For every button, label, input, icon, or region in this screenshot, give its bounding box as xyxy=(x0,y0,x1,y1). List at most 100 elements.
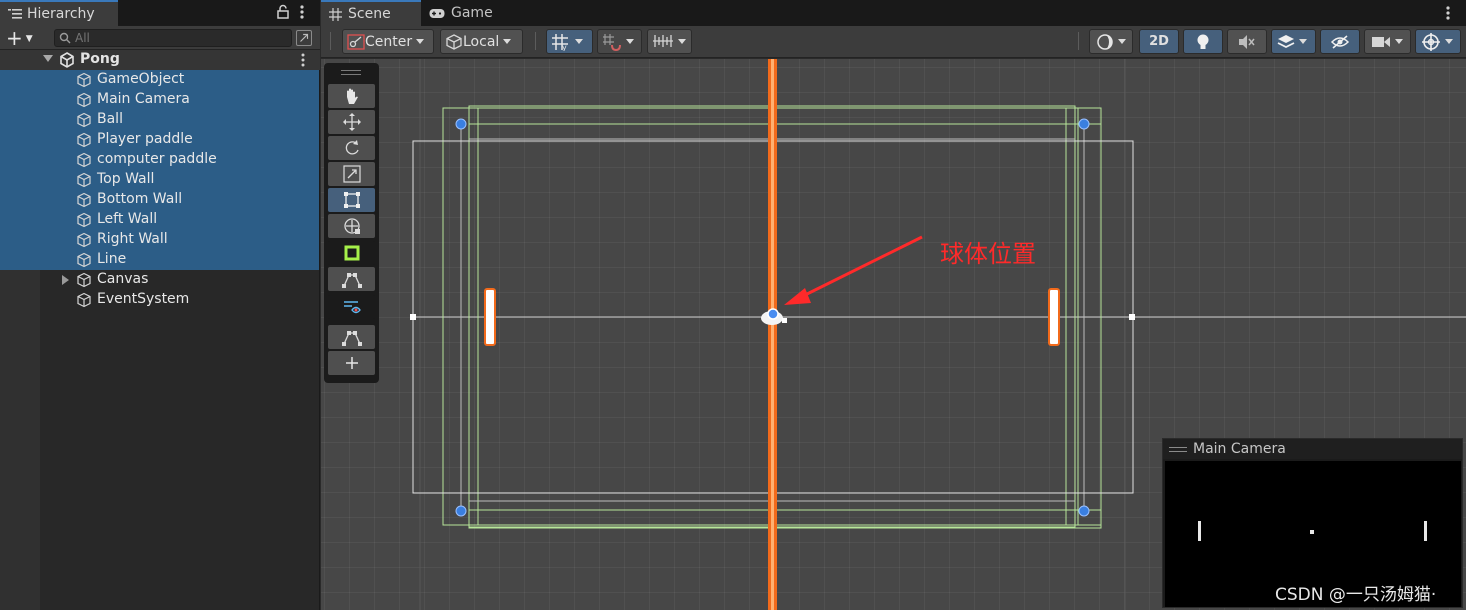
grid-snap-button[interactable]: y xyxy=(546,29,593,54)
annotation-arrow-head xyxy=(784,288,811,305)
more-menu-icon[interactable] xyxy=(1443,4,1453,22)
grid-icon xyxy=(329,7,342,21)
corner-pivot[interactable] xyxy=(1078,118,1090,130)
tab-scene[interactable]: Scene xyxy=(321,0,421,26)
scene-root-row[interactable]: Pong xyxy=(0,50,320,70)
drag-grip-icon[interactable] xyxy=(341,70,361,75)
hierarchy-item-label: Line xyxy=(97,251,127,267)
move-tool-button[interactable] xyxy=(328,110,375,134)
rotate-tool-button[interactable] xyxy=(328,136,375,160)
tab-hierarchy[interactable]: Hierarchy xyxy=(0,0,118,26)
grid-snap-icon: y xyxy=(552,33,568,51)
corner-pivot[interactable] xyxy=(455,505,467,517)
transform-tool-button[interactable] xyxy=(328,214,375,238)
hierarchy-item[interactable]: Top Wall xyxy=(0,170,319,190)
custom-editor-icon xyxy=(343,301,361,314)
gameobject-cube-icon xyxy=(77,172,91,188)
scene-more-icon[interactable] xyxy=(298,52,308,68)
box-collider-icon xyxy=(344,245,359,261)
ball-pivot[interactable] xyxy=(767,308,779,320)
annotation-label: 球体位置 xyxy=(940,240,1036,268)
edit-shape-button[interactable] xyxy=(328,325,375,349)
gameobject-cube-icon xyxy=(77,72,91,88)
player-paddle[interactable] xyxy=(484,288,496,346)
lighting-toggle[interactable] xyxy=(1183,29,1223,54)
watermark-text: CSDN @一只汤姆猫· xyxy=(1275,585,1437,605)
mode-2d-toggle[interactable]: 2D xyxy=(1139,29,1179,54)
hierarchy-item[interactable]: Main Camera xyxy=(0,90,319,110)
pivot-center-dropdown[interactable]: Center xyxy=(342,29,434,54)
computer-paddle[interactable] xyxy=(1048,288,1060,346)
hierarchy-item-label: EventSystem xyxy=(97,291,190,307)
hierarchy-item-label: Left Wall xyxy=(97,211,158,227)
hierarchy-item[interactable]: GameObject xyxy=(0,70,319,90)
tab-game-label: Game xyxy=(451,5,493,21)
scale-tool-button[interactable] xyxy=(328,162,375,186)
corner-pivot[interactable] xyxy=(455,118,467,130)
search-options-icon[interactable] xyxy=(296,30,312,46)
hierarchy-item[interactable]: Right Wall xyxy=(0,230,319,250)
edit-path-button[interactable] xyxy=(328,267,375,291)
pivot-icon xyxy=(347,33,365,50)
gameobject-cube-icon xyxy=(77,212,91,228)
hand-tool-button[interactable] xyxy=(328,84,375,108)
search-input[interactable] xyxy=(75,31,275,45)
gameobject-cube-icon xyxy=(77,92,91,108)
chevron-down-icon: ▼ xyxy=(25,34,33,44)
drag-grip-icon[interactable] xyxy=(1169,446,1187,452)
add-tool-button[interactable] xyxy=(328,351,375,375)
camera-settings-dropdown[interactable] xyxy=(1364,29,1411,54)
effects-layers-icon xyxy=(1277,34,1295,48)
gameobject-cube-icon xyxy=(77,152,91,168)
add-object-button[interactable]: + ▼ xyxy=(6,28,42,48)
hierarchy-item[interactable]: Canvas xyxy=(0,270,319,290)
ruler-icon xyxy=(653,34,673,47)
top-wall-bounds[interactable] xyxy=(468,107,1102,125)
hierarchy-item[interactable]: Player paddle xyxy=(0,130,319,150)
mode-2d-label: 2D xyxy=(1149,34,1169,49)
audio-toggle[interactable] xyxy=(1227,29,1267,54)
scene-panel: Scene Game Center Local y 2D 球体位置 Main C… xyxy=(321,0,1466,610)
hierarchy-item-label: Player paddle xyxy=(97,131,193,147)
rect-transform-icon xyxy=(343,192,360,208)
lock-icon[interactable] xyxy=(276,4,290,20)
chevron-down-icon xyxy=(1299,39,1307,44)
chevron-down-icon xyxy=(503,39,512,44)
preview-ball xyxy=(1310,530,1314,534)
hidden-objects-toggle[interactable] xyxy=(1320,29,1360,54)
rect-handle[interactable] xyxy=(410,314,416,320)
tab-game[interactable]: Game xyxy=(421,0,501,26)
expand-arrow-icon[interactable] xyxy=(62,275,69,285)
hierarchy-item[interactable]: Line xyxy=(0,250,319,270)
tool-palette xyxy=(324,63,379,383)
draw-mode-dropdown[interactable] xyxy=(1089,29,1133,54)
hierarchy-item[interactable]: Ball xyxy=(0,110,319,130)
custom-tool-button[interactable] xyxy=(328,295,375,319)
gizmos-globe-icon xyxy=(1422,32,1440,51)
scene-name: Pong xyxy=(80,51,120,67)
hierarchy-item[interactable]: EventSystem xyxy=(0,290,319,310)
camera-preview-header[interactable]: Main Camera xyxy=(1163,439,1462,459)
ruler-snap-button[interactable] xyxy=(647,29,692,54)
space-local-dropdown[interactable]: Local xyxy=(440,29,523,54)
gameobject-cube-icon xyxy=(77,112,91,128)
expand-arrow-icon[interactable] xyxy=(43,55,53,62)
gamepad-icon xyxy=(429,8,445,18)
ball-handle[interactable] xyxy=(782,318,787,323)
scale-icon xyxy=(342,165,361,183)
hierarchy-panel: Hierarchy + ▼ All Pong GameObject Main C… xyxy=(0,0,320,610)
gizmos-dropdown[interactable] xyxy=(1415,29,1461,54)
more-menu-icon[interactable] xyxy=(296,3,308,21)
hierarchy-item-label: computer paddle xyxy=(97,151,217,167)
rect-handle[interactable] xyxy=(1129,314,1135,320)
effects-dropdown[interactable] xyxy=(1271,29,1316,54)
hierarchy-item[interactable]: Left Wall xyxy=(0,210,319,230)
hierarchy-item[interactable]: computer paddle xyxy=(0,150,319,170)
collider-edit-button[interactable] xyxy=(328,241,375,265)
increment-snap-button[interactable] xyxy=(597,29,642,54)
rect-tool-button[interactable] xyxy=(328,188,375,212)
corner-pivot[interactable] xyxy=(1078,505,1090,517)
hierarchy-search[interactable] xyxy=(54,29,292,47)
hierarchy-item[interactable]: Bottom Wall xyxy=(0,190,319,210)
shading-sphere-icon xyxy=(1097,33,1113,50)
